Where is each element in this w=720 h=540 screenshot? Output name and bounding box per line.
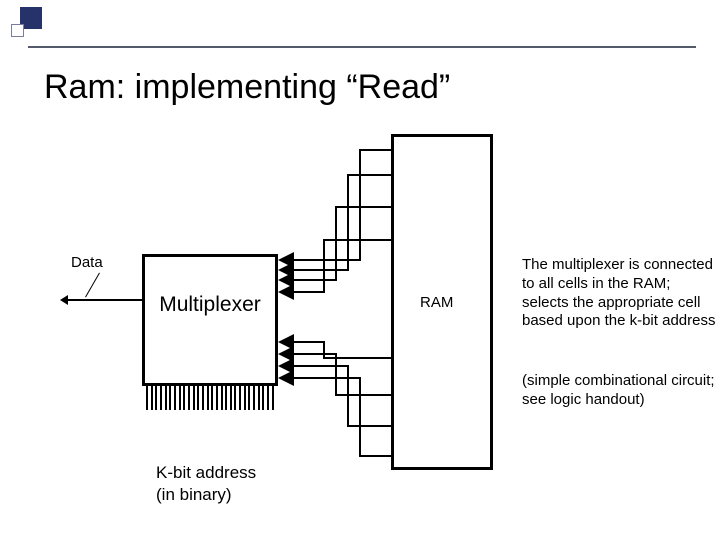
description-paragraph-2: (simple combinational circuit; see logic…	[522, 372, 720, 410]
corner-decoration	[8, 6, 68, 46]
horizontal-rule	[28, 46, 696, 48]
square-outline-icon	[11, 24, 24, 37]
slide-title: Ram: implementing “Read”	[44, 68, 450, 107]
data-label: Data	[71, 254, 103, 271]
multiplexer-label: Multiplexer	[159, 293, 261, 317]
kbit-line1: K-bit address	[156, 463, 256, 482]
multiplexer-block: Multiplexer	[142, 254, 278, 386]
kbit-address-label: K-bit address (in binary)	[156, 462, 256, 506]
arrow-left-icon	[60, 295, 68, 305]
ram-label: RAM	[420, 294, 453, 311]
data-arrow	[66, 299, 142, 301]
address-ticks	[146, 386, 274, 410]
description-paragraph-1: The multiplexer is connected to all cell…	[522, 256, 718, 331]
slide: Ram: implementing “Read” RAM Multiplexer…	[0, 0, 720, 540]
kbit-line2: (in binary)	[156, 485, 232, 504]
bus-width-slash	[85, 273, 100, 298]
